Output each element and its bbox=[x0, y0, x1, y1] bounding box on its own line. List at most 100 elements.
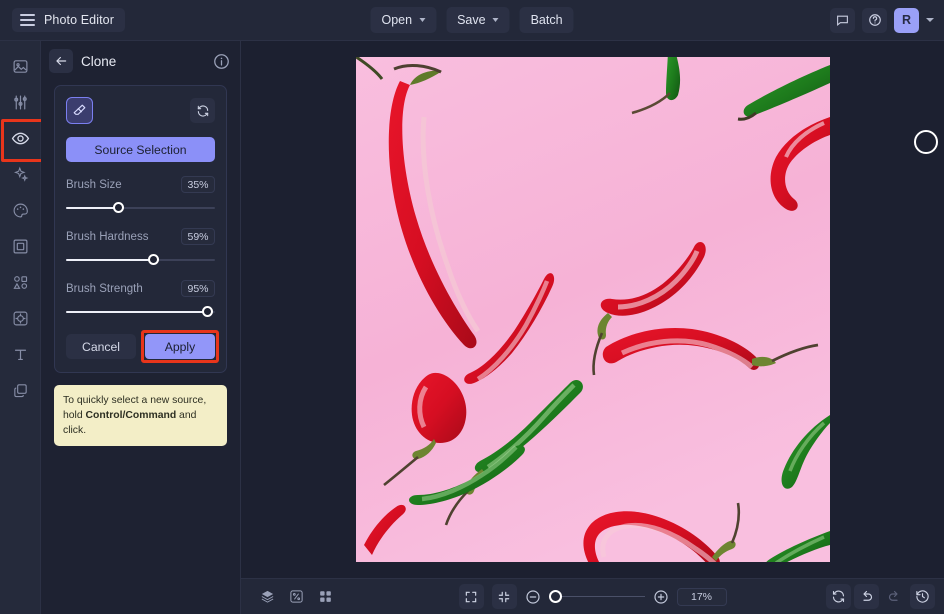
brush-strength-group: Brush Strength 95% bbox=[66, 280, 215, 318]
brush-size-slider[interactable] bbox=[66, 202, 215, 214]
history-icon bbox=[916, 590, 929, 603]
fit-screen-button[interactable] bbox=[458, 584, 484, 609]
tool-row bbox=[66, 97, 215, 124]
sidebar-item-color[interactable] bbox=[6, 196, 35, 225]
zoom-slider-track bbox=[548, 595, 645, 598]
zoom-controls: 17% bbox=[458, 584, 727, 609]
sidebar-item-effects[interactable] bbox=[6, 160, 35, 189]
brush-hardness-label: Brush Hardness bbox=[66, 230, 149, 243]
reset-button[interactable] bbox=[826, 584, 851, 609]
sidebar-item-retouch[interactable] bbox=[0, 119, 44, 162]
zoom-level-value[interactable]: 17% bbox=[676, 587, 727, 606]
brush-hardness-slider[interactable] bbox=[66, 254, 215, 266]
sidebar-item-image[interactable] bbox=[6, 52, 35, 81]
top-right-actions: R bbox=[830, 7, 934, 33]
layers-copy-icon bbox=[13, 384, 27, 398]
source-selection-button[interactable]: Source Selection bbox=[66, 137, 215, 162]
brush-size-header: Brush Size 35% bbox=[66, 176, 215, 193]
zoom-in-icon[interactable] bbox=[653, 589, 669, 605]
brush-cursor-circle bbox=[914, 130, 938, 154]
panel-actions: Cancel Apply bbox=[66, 330, 219, 363]
help-circle-icon bbox=[868, 14, 881, 26]
undo-button[interactable] bbox=[854, 584, 879, 609]
sidebar-item-text[interactable] bbox=[6, 340, 35, 369]
zoom-slider-handle[interactable] bbox=[548, 589, 562, 603]
compare-button[interactable] bbox=[284, 584, 309, 609]
redo-icon bbox=[888, 590, 898, 601]
reset-settings-button[interactable] bbox=[190, 98, 215, 123]
apply-button[interactable]: Apply bbox=[145, 334, 215, 359]
sidebar-item-adjust[interactable] bbox=[6, 88, 35, 117]
sidebar-item-shapes[interactable] bbox=[6, 268, 35, 297]
canvas-area[interactable] bbox=[241, 41, 944, 578]
sidebar-item-frame[interactable] bbox=[6, 232, 35, 261]
account-chevron-down-icon[interactable] bbox=[926, 18, 934, 22]
open-button[interactable]: Open bbox=[370, 7, 437, 33]
slider-handle[interactable] bbox=[202, 306, 214, 317]
back-button[interactable] bbox=[49, 49, 73, 73]
history-button[interactable] bbox=[910, 584, 935, 609]
layers-button[interactable] bbox=[255, 584, 280, 609]
brush-size-group: Brush Size 35% bbox=[66, 176, 215, 214]
palette-icon bbox=[13, 203, 28, 218]
photo-editor-window: Photo Editor Open Save Batch R Clone Sou… bbox=[0, 0, 944, 614]
compare-icon bbox=[290, 590, 303, 603]
bottom-bar: 17% bbox=[241, 578, 944, 614]
app-title: Photo Editor bbox=[44, 13, 114, 27]
hamburger-icon bbox=[20, 14, 35, 26]
zoom-slider[interactable] bbox=[548, 589, 645, 604]
brush-size-label: Brush Size bbox=[66, 178, 122, 191]
open-button-label: Open bbox=[381, 13, 413, 27]
chevron-down-icon bbox=[492, 18, 499, 22]
image-icon bbox=[13, 60, 27, 73]
brush-hardness-group: Brush Hardness 59% bbox=[66, 228, 215, 266]
brush-hardness-value[interactable]: 59% bbox=[181, 228, 215, 245]
tool-panel: Clone Source Selection Brush Size 35% Br… bbox=[41, 41, 241, 614]
chili-peppers-image bbox=[356, 57, 830, 562]
brush-strength-slider[interactable] bbox=[66, 306, 215, 318]
batch-button[interactable]: Batch bbox=[519, 7, 574, 33]
slider-handle[interactable] bbox=[112, 202, 124, 213]
layers-icon bbox=[261, 590, 274, 603]
clone-tool-button[interactable] bbox=[66, 97, 93, 124]
chevron-down-icon bbox=[419, 18, 426, 22]
eye-icon bbox=[11, 132, 29, 145]
history-controls bbox=[826, 584, 935, 609]
fit-screen-icon bbox=[465, 591, 477, 602]
sidebar-item-layers[interactable] bbox=[6, 376, 35, 405]
brush-strength-value[interactable]: 95% bbox=[181, 280, 215, 297]
zoom-out-icon[interactable] bbox=[525, 589, 541, 605]
sliders-icon bbox=[13, 95, 27, 110]
brush-hardness-header: Brush Hardness 59% bbox=[66, 228, 215, 245]
tooltip-text-bold: Control/Command bbox=[85, 410, 177, 422]
refresh-icon bbox=[197, 105, 208, 116]
apply-button-highlight: Apply bbox=[141, 330, 219, 363]
arrow-left-icon bbox=[56, 56, 67, 66]
grid-icon bbox=[320, 591, 331, 602]
avatar[interactable]: R bbox=[894, 7, 919, 33]
feedback-button[interactable] bbox=[830, 7, 855, 33]
redo-button[interactable] bbox=[882, 584, 907, 609]
collapse-icon bbox=[498, 591, 510, 602]
top-center-actions: Open Save Batch bbox=[370, 7, 574, 33]
app-menu-button[interactable]: Photo Editor bbox=[12, 8, 125, 32]
slider-fill bbox=[66, 259, 154, 262]
brush-strength-label: Brush Strength bbox=[66, 282, 143, 295]
top-bar: Photo Editor Open Save Batch R bbox=[0, 0, 944, 41]
save-button[interactable]: Save bbox=[446, 7, 510, 33]
info-circle-icon[interactable] bbox=[213, 53, 230, 70]
help-button[interactable] bbox=[862, 7, 887, 33]
comment-icon bbox=[837, 15, 848, 26]
tooltip-hint: To quickly select a new source, hold Con… bbox=[54, 385, 227, 447]
cancel-button[interactable]: Cancel bbox=[66, 334, 136, 359]
slider-handle[interactable] bbox=[148, 254, 160, 265]
edited-photo[interactable] bbox=[356, 57, 830, 562]
grid-button[interactable] bbox=[313, 584, 338, 609]
save-button-label: Save bbox=[457, 13, 486, 27]
brush-size-value[interactable]: 35% bbox=[181, 176, 215, 193]
sidebar-item-background[interactable] bbox=[6, 304, 35, 333]
actual-size-button[interactable] bbox=[491, 584, 517, 609]
text-icon bbox=[14, 349, 26, 361]
batch-button-label: Batch bbox=[530, 13, 563, 27]
shapes-icon bbox=[12, 276, 27, 289]
